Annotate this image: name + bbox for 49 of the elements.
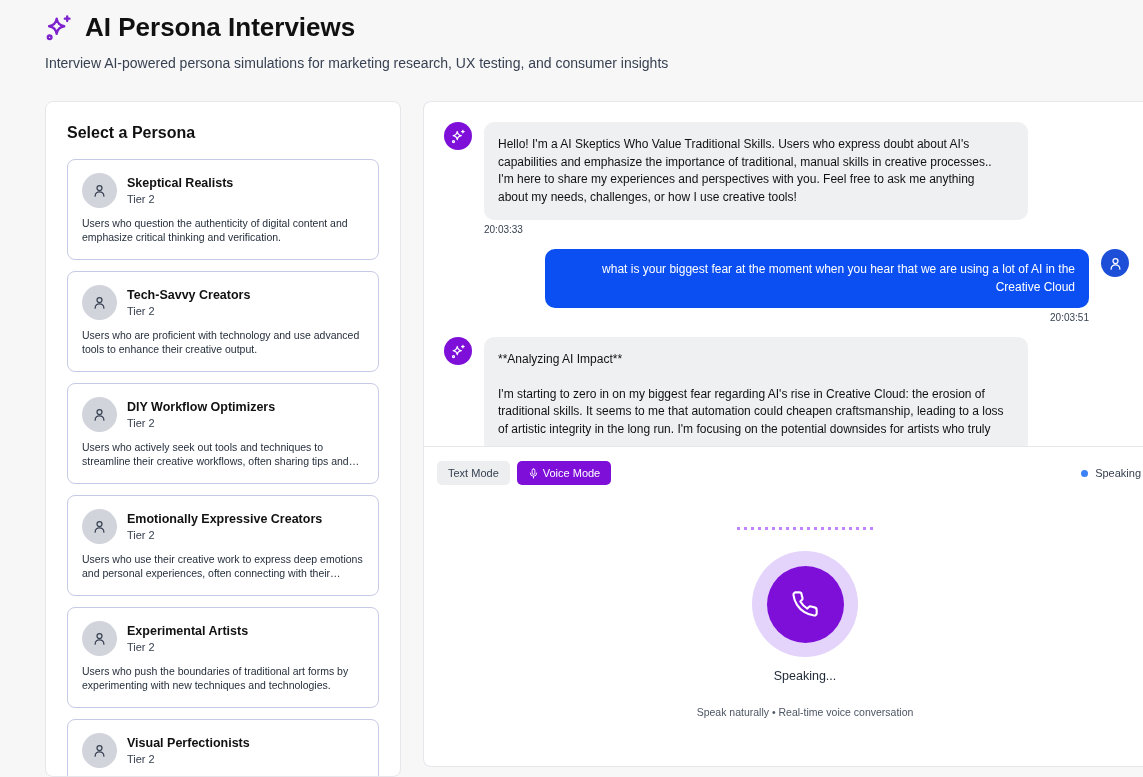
avatar-icon: [82, 733, 117, 768]
persona-card[interactable]: DIY Workflow Optimizers Tier 2 Users who actively seek out tools and techniques to streamline their creative workflows, often sharing tips and…: [67, 383, 379, 484]
persona-name: Skeptical Realists: [127, 176, 234, 190]
voice-status-text: Speaking...: [773, 669, 837, 683]
user-avatar-icon: [1101, 249, 1129, 277]
avatar-icon: [82, 285, 117, 320]
persona-description: Users who are proficient with technology and use advanced tools to enhance their creative output.: [82, 328, 361, 356]
avatar-icon: [82, 509, 117, 544]
persona-name: Experimental Artists: [127, 624, 249, 638]
persona-tier-label: Tier 2: [127, 529, 155, 541]
persona-tier-label: Tier 2: [127, 753, 155, 765]
persona-card[interactable]: Emotionally Expressive Creators Tier 2 Users who use their creative work to express deep emotions and personal experiences, often connecting with their…: [67, 495, 379, 596]
assistant-message: Hello! I'm a AI Skeptics Who Value Traditional Skills. Users who express doubt about AI's capabilities and emphasize the importance of traditional, manual skills in creative processes.. I'm here to share my experiences and perspectives with you. Feel free to ask me anything about my needs, challenges, or how I use creative tools!: [484, 122, 1028, 220]
sparkles-icon: [45, 13, 73, 42]
persona-name: DIY Workflow Optimizers: [127, 400, 276, 414]
persona-name: Tech-Savvy Creators: [127, 288, 251, 302]
assistant-avatar-icon: [444, 337, 472, 365]
persona-card[interactable]: Experimental Artists Tier 2 Users who push the boundaries of traditional art forms by experimenting with new techniques and technologies.: [67, 607, 379, 708]
phone-icon: [791, 590, 819, 618]
avatar-icon: [82, 621, 117, 656]
persona-tier-label: Tier 2: [127, 193, 155, 205]
persona-description: Users who use their creative work to express deep emotions and personal experiences, often connecting with their…: [82, 552, 364, 580]
persona-name: Visual Perfectionists: [127, 736, 250, 750]
persona-description: Users who push the boundaries of traditional art forms by experimenting with new techniques and technologies.: [82, 664, 350, 692]
avatar-icon: [82, 397, 117, 432]
panel-title: Select a Persona: [67, 124, 197, 142]
mode-tab[interactable]: Text Mode: [437, 461, 510, 485]
persona-tier-label: Tier 2: [127, 641, 155, 653]
persona-card[interactable]: Tech-Savvy Creators Tier 2 Users who are proficient with technology and use advanced tools to enhance their creative output.: [67, 271, 379, 372]
persona-card[interactable]: Skeptical Realists Tier 2 Users who question the authenticity of digital content and emphasize critical thinking and verification.: [67, 159, 379, 260]
persona-name: Emotionally Expressive Creators: [127, 512, 323, 526]
assistant-avatar-icon: [444, 122, 472, 150]
message-time: 20:03:51: [1050, 312, 1089, 323]
persona-tier-label: Tier 2: [127, 417, 155, 429]
persona-tier-label: Tier 2: [127, 305, 155, 317]
avatar-icon: [82, 173, 117, 208]
message-time: 20:03:33: [484, 224, 524, 235]
microphone-icon: [527, 467, 539, 479]
assistant-message: **Analyzing AI Impact** I'm starting to zero in on my biggest fear regarding AI's rise in Creative Cloud: the erosion of traditional skills. It seems to me that automation could cheapen craftsmanship, leading to a loss of artistic integrity in the long run. I'm focusing on the potential downsides for artists who truly: [484, 337, 1028, 446]
persona-description: Users who actively seek out tools and techniques to streamline their creative workflows, often sharing tips and…: [82, 440, 361, 468]
page-title: AI Persona Interviews: [85, 12, 356, 43]
user-message: what is your biggest fear at the moment when you hear that we are using a lot of AI in the Creative Cloud: [545, 249, 1089, 308]
persona-card[interactable]: Visual Perfectionists Tier 2: [67, 719, 379, 776]
page-subtitle: Interview AI-powered persona simulations for marketing research, UX testing, and consumer insights: [45, 55, 670, 71]
mode-tab[interactable]: Voice Mode: [516, 461, 612, 485]
status-text: Speaking: [1095, 467, 1141, 479]
persona-description: Users who question the authenticity of digital content and emphasize critical thinking and verification.: [82, 216, 349, 244]
voice-hint-text: Speak naturally • Real-time voice conversation: [696, 706, 914, 718]
status-dot-icon: [1081, 469, 1089, 477]
